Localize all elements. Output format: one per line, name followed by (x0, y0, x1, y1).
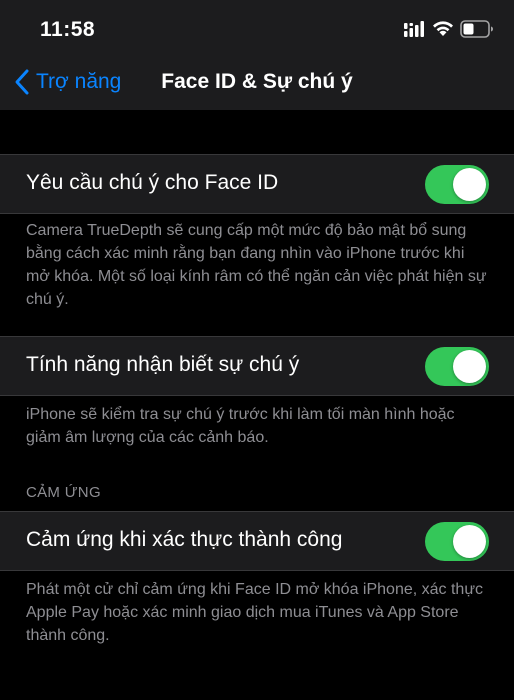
haptic-success-footer: Phát một cử chỉ cảm ứng khi Face ID mở k… (26, 581, 484, 644)
toggle-knob (453, 168, 486, 201)
wifi-icon (433, 21, 453, 36)
haptic-section-header: CẢM ỨNG (26, 484, 101, 501)
require-attention-row[interactable]: Yêu cầu chú ý cho Face ID (0, 154, 514, 214)
require-attention-footer: Camera TrueDepth sẽ cung cấp một mức độ … (26, 222, 487, 308)
toggle-knob (453, 350, 486, 383)
attention-aware-row[interactable]: Tính năng nhận biết sự chú ý (0, 336, 514, 396)
require-attention-toggle[interactable] (425, 165, 489, 204)
require-attention-label: Yêu cầu chú ý cho Face ID (26, 171, 279, 194)
status-bar: 11:58 (0, 0, 514, 56)
battery-icon (460, 20, 493, 38)
page-title: Face ID & Sự chú ý (0, 70, 514, 94)
haptic-success-label: Cảm ứng khi xác thực thành công (26, 528, 343, 551)
haptic-success-toggle[interactable] (425, 522, 489, 561)
attention-aware-footer: iPhone sẽ kiểm tra sự chú ý trước khi là… (26, 406, 455, 446)
navigation-bar: Trợ năng Face ID & Sự chú ý (0, 56, 514, 110)
attention-aware-toggle[interactable] (425, 347, 489, 386)
status-time: 11:58 (40, 18, 96, 41)
cellular-signal-icon (404, 21, 424, 37)
haptic-success-row[interactable]: Cảm ứng khi xác thực thành công (0, 511, 514, 571)
toggle-knob (453, 525, 486, 558)
attention-aware-label: Tính năng nhận biết sự chú ý (26, 353, 300, 376)
page-title-text: Face ID & Sự chú ý (161, 70, 353, 93)
